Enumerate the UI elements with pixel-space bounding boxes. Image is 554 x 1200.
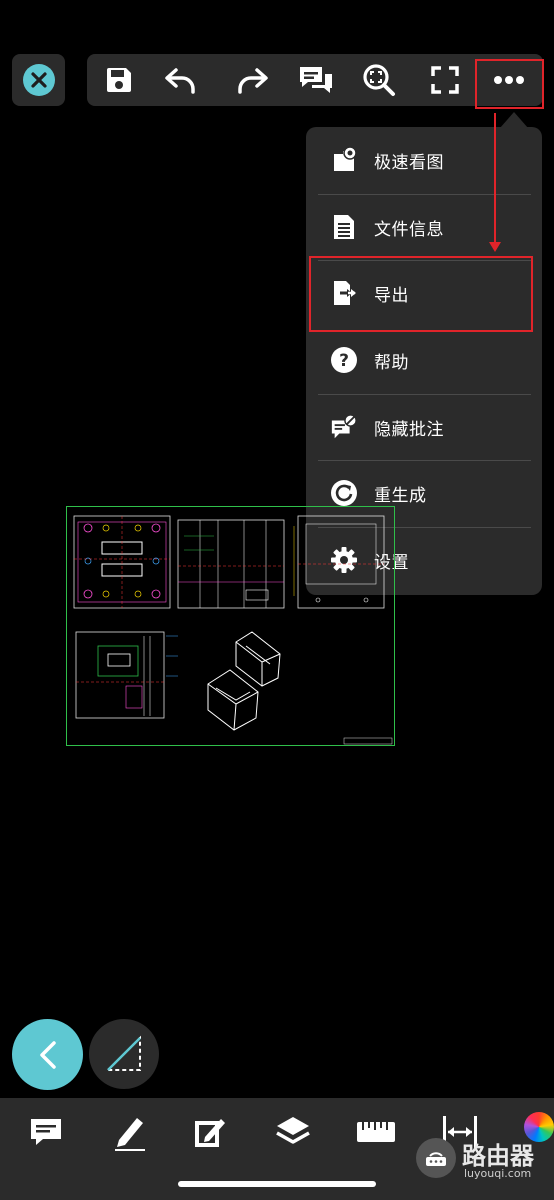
chevron-left-icon: [39, 1040, 56, 1069]
watermark-name: 路由器: [462, 1142, 534, 1170]
annotation-icon: [31, 1119, 61, 1145]
ruler-icon: [357, 1122, 395, 1142]
save-button[interactable]: [91, 54, 147, 106]
menu-item-file-info[interactable]: 文件信息: [318, 194, 536, 260]
annotation-button[interactable]: [20, 1110, 72, 1154]
fullscreen-icon: [431, 66, 459, 94]
router-logo-icon: [416, 1138, 456, 1178]
undo-button[interactable]: [153, 54, 209, 106]
layers-icon: [276, 1117, 310, 1144]
menu-item-label: 文件信息: [374, 219, 444, 240]
fullscreen-button[interactable]: [417, 54, 473, 106]
comments-icon: [300, 67, 332, 93]
edit-icon: [195, 1119, 225, 1147]
more-button-highlight: [475, 59, 544, 109]
redo-button[interactable]: [224, 54, 280, 106]
redo-icon: [238, 68, 268, 94]
menu-item-quick-view[interactable]: 极速看图: [318, 127, 536, 193]
edit-button[interactable]: [184, 1110, 236, 1154]
close-button[interactable]: [12, 54, 65, 106]
mold-front-section: [177, 519, 285, 609]
menu-item-label: 帮助: [374, 352, 409, 373]
export-highlight: [309, 256, 533, 332]
mold-bottom-view: [75, 631, 178, 719]
hide-annotation-icon: [330, 413, 358, 441]
regenerate-icon: [330, 479, 358, 507]
help-icon: ?: [330, 346, 358, 374]
zoom-fit-icon: [363, 64, 395, 96]
home-indicator[interactable]: [178, 1181, 376, 1187]
guide-arrow-head: [489, 242, 501, 252]
menu-item-help[interactable]: ? 帮助: [318, 327, 536, 393]
pen-button[interactable]: [103, 1110, 155, 1154]
mold-top-view: [73, 515, 171, 609]
guide-arrow-line: [494, 113, 496, 246]
menu-item-label: 极速看图: [374, 152, 444, 173]
file-info-icon: [330, 213, 358, 241]
save-icon: [107, 68, 131, 92]
menu-caret: [500, 112, 528, 128]
undo-icon: [165, 68, 195, 94]
layers-button[interactable]: [267, 1110, 319, 1154]
close-icon: [22, 64, 55, 96]
menu-item-hide-annotations[interactable]: 隐藏批注: [318, 394, 536, 460]
menu-item-label: 隐藏批注: [374, 419, 444, 440]
cad-drawing[interactable]: [66, 506, 395, 746]
back-button[interactable]: [12, 1019, 83, 1090]
isometric-parts: [207, 631, 281, 731]
watermark-url: luyouqi.com: [464, 1167, 532, 1180]
title-block: [343, 737, 393, 745]
pen-icon: [115, 1118, 145, 1151]
menu-item-label: 重生成: [374, 485, 427, 506]
quick-view-icon: [330, 146, 358, 174]
zoom-fit-button[interactable]: [351, 54, 407, 106]
comments-button[interactable]: [288, 54, 344, 106]
svg-text:?: ?: [339, 351, 349, 371]
mold-side-section: [293, 515, 385, 609]
measure-triangle-icon: [105, 1035, 141, 1071]
watermark: 路由器 luyouqi.com: [416, 1136, 554, 1184]
measure-area-button[interactable]: [89, 1019, 159, 1089]
ruler-button[interactable]: [350, 1110, 402, 1154]
